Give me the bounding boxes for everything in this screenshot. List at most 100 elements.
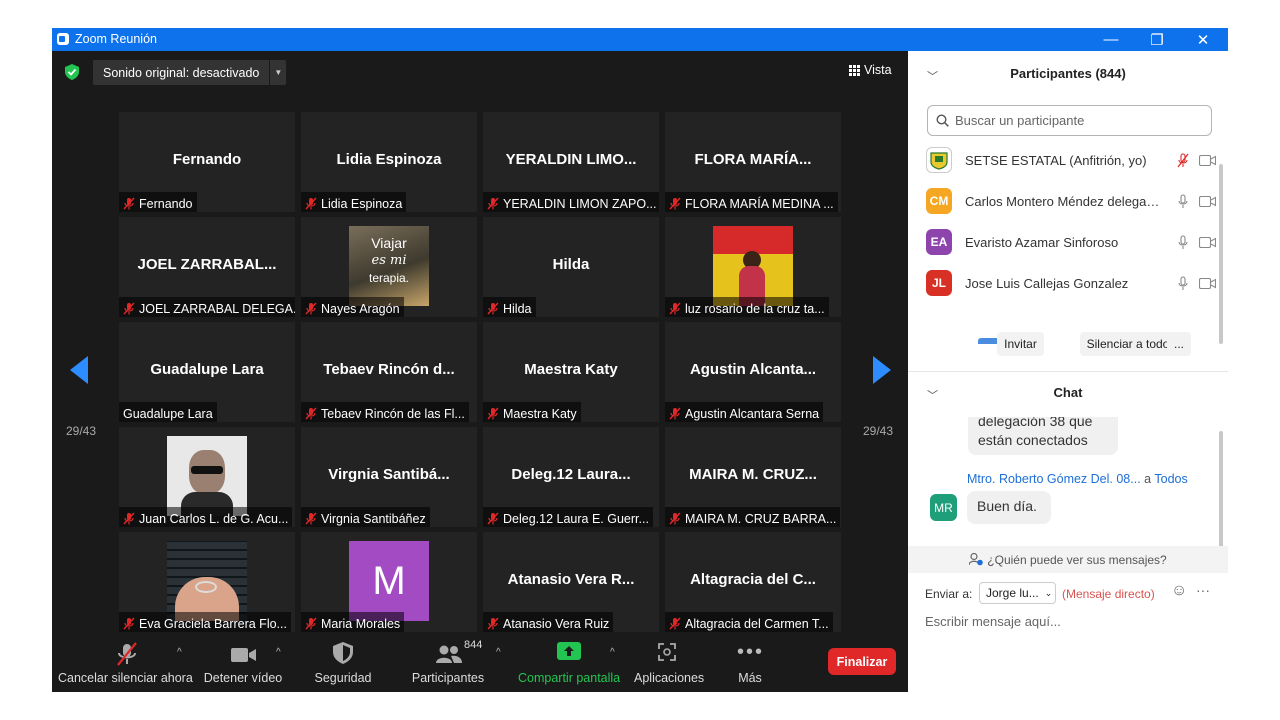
participant-row[interactable]: SETSE ESTATAL (Anfitrión, yo) <box>926 145 1216 175</box>
microphone-icon[interactable] <box>1177 234 1189 250</box>
participant-name-caption: Lidia Espinoza <box>301 192 407 212</box>
original-sound-button[interactable]: Sonido original: desactivado ▼ <box>93 60 287 85</box>
participant-tile[interactable]: Maestra Katy Maestra Katy <box>483 322 659 422</box>
participant-name-caption: Agustin Alcantara Serna <box>665 402 824 422</box>
audio-options-caret-icon[interactable]: ^ <box>177 647 182 658</box>
video-gallery: Sonido original: desactivado ▼ Vista 29/… <box>52 51 908 692</box>
participant-display-name: JOEL ZARRABAL... <box>137 256 277 273</box>
participants-scrollbar[interactable] <box>1219 164 1223 344</box>
profile-picture-text-3: terapia. <box>368 271 410 285</box>
microphone-muted-icon <box>487 197 499 210</box>
participant-controls <box>1177 275 1216 291</box>
participant-name-caption: Tebaev Rincón de las Fl... <box>301 402 469 422</box>
next-page-arrow-icon[interactable] <box>873 356 891 384</box>
chat-sender-name[interactable]: Mtro. Roberto Gómez Del. 08... <box>967 472 1141 486</box>
participant-display-name: FLORA MARÍA... <box>694 151 812 168</box>
security-button[interactable]: Seguridad <box>310 635 376 692</box>
participant-caption-text: Maestra Katy <box>503 406 577 421</box>
participant-tile[interactable]: Agustin Alcanta... Agustin Alcantara Sern… <box>665 322 841 422</box>
participant-tile[interactable]: Altagracia del C... Altagracia del Carmen… <box>665 532 841 632</box>
video-camera-icon[interactable] <box>1199 277 1216 289</box>
participant-tile[interactable]: Viajar es mi terapia. Nayes Aragón <box>301 217 477 317</box>
chat-more-options-icon[interactable]: ··· <box>1196 582 1210 598</box>
participant-row[interactable]: CM Carlos Montero Méndez delegación 26 <box>926 186 1216 216</box>
participant-caption-text: JOEL ZARRABAL DELEGA... <box>139 301 295 316</box>
participant-caption-text: YERALDIN LIMON ZAPO... <box>503 196 657 211</box>
who-can-see-messages[interactable]: ¿Quién puede ver sus mensajes? <box>908 546 1228 573</box>
share-options-caret-icon[interactable]: ^ <box>610 647 615 658</box>
emoji-icon[interactable]: ☺ <box>1171 582 1187 600</box>
participant-name-caption: Maria Morales <box>301 612 405 632</box>
video-camera-icon[interactable] <box>1199 236 1216 248</box>
close-button[interactable]: ✕ <box>1180 28 1226 51</box>
participant-caption-text: Atanasio Vera Ruiz <box>503 616 610 631</box>
side-panel: ﹀ Participantes (844) Buscar un particip… <box>908 51 1228 692</box>
participant-tile[interactable]: Virgnia Santibá... Virgnia Santibáñez <box>301 427 477 527</box>
more-button[interactable]: ••• Más <box>728 635 772 692</box>
participant-caption-text: Juan Carlos L. de G. Acu... <box>139 511 289 526</box>
participant-tile[interactable]: Guadalupe Lara Guadalupe Lara <box>119 322 295 422</box>
participant-search-input[interactable]: Buscar un participante <box>927 105 1212 136</box>
chat-recipient-all[interactable]: Todos <box>1154 472 1187 486</box>
view-button[interactable]: Vista <box>849 63 892 77</box>
participant-name-caption: YERALDIN LIMON ZAPO... <box>483 192 659 212</box>
participant-row[interactable]: EA Evaristo Azamar Sinforoso <box>926 227 1216 257</box>
recipient-select[interactable]: Jorge lu... ⌄ <box>979 582 1056 604</box>
apps-button[interactable]: Aplicaciones <box>634 635 704 692</box>
microphone-muted-icon[interactable] <box>1177 152 1189 168</box>
page-indicator-left: 29/43 <box>66 424 97 438</box>
participant-caption-text: Virgnia Santibáñez <box>321 511 426 526</box>
participant-tile[interactable]: Tebaev Rincón d... Tebaev Rincón de las F… <box>301 322 477 422</box>
participant-tile[interactable]: Atanasio Vera R... Atanasio Vera Ruiz <box>483 532 659 632</box>
encryption-shield-icon[interactable] <box>65 64 79 80</box>
recipient-value: Jorge lu... <box>986 586 1039 600</box>
participant-display-name: MAIRA M. CRUZ... <box>689 466 817 483</box>
unmute-button[interactable]: Cancelar silenciar ahora <box>58 635 193 692</box>
participant-tile[interactable]: M Maria Morales <box>301 532 477 632</box>
microphone-icon[interactable] <box>1177 275 1189 291</box>
end-meeting-button[interactable]: Finalizar <box>828 648 896 675</box>
chat-message-input[interactable]: Escribir mensaje aquí... <box>925 614 1061 629</box>
participant-tile[interactable]: FLORA MARÍA... FLORA MARÍA MEDINA ... <box>665 112 841 212</box>
participant-name-caption: luz rosario de la cruz ta... <box>665 297 829 317</box>
participants-button[interactable]: 844 Participantes <box>408 635 488 692</box>
participant-caption-text: FLORA MARÍA MEDINA ... <box>685 196 834 211</box>
participant-display-name: YERALDIN LIMO... <box>505 151 637 168</box>
microphone-icon[interactable] <box>1177 193 1189 209</box>
participants-caret-icon[interactable]: ^ <box>496 647 501 658</box>
video-options-caret-icon[interactable]: ^ <box>276 647 281 658</box>
zoom-window: Zoom Reunión — ❐ ✕ Sonido original: desa… <box>52 28 1228 692</box>
host-logo-icon <box>926 147 952 173</box>
invite-button[interactable]: Invitar <box>997 332 1044 356</box>
chevron-down-icon[interactable]: ▼ <box>269 60 286 85</box>
participant-name-caption: Fernando <box>119 192 197 212</box>
previous-page-arrow-icon[interactable] <box>70 356 88 384</box>
participant-tile[interactable]: luz rosario de la cruz ta... <box>665 217 841 317</box>
participant-tile[interactable]: Juan Carlos L. de G. Acu... <box>119 427 295 527</box>
microphone-muted-icon <box>123 617 135 630</box>
participant-avatar: JL <box>926 270 952 296</box>
share-screen-button[interactable]: Compartir pantalla <box>518 635 620 692</box>
participant-tile[interactable]: YERALDIN LIMO... YERALDIN LIMON ZAPO... <box>483 112 659 212</box>
who-can-see-text: ¿Quién puede ver sus mensajes? <box>987 552 1167 567</box>
participants-more-button[interactable]: ... <box>1167 332 1191 356</box>
page-indicator-right: 29/43 <box>863 424 894 438</box>
profile-picture <box>713 226 793 306</box>
restore-button[interactable]: ❐ <box>1134 28 1180 51</box>
video-camera-icon[interactable] <box>1199 195 1216 207</box>
participant-tile[interactable]: Hilda Hilda <box>483 217 659 317</box>
participant-caption-text: Tebaev Rincón de las Fl... <box>321 406 465 421</box>
minimize-button[interactable]: — <box>1088 28 1134 51</box>
participant-tile[interactable]: Lidia Espinoza Lidia Espinoza <box>301 112 477 212</box>
send-to-label: Enviar a: <box>925 587 973 601</box>
video-camera-icon[interactable] <box>1199 154 1216 166</box>
participant-tile[interactable]: Deleg.12 Laura... Deleg.12 Laura E. Guerr… <box>483 427 659 527</box>
participant-row[interactable]: JL Jose Luis Callejas Gonzalez <box>926 268 1216 298</box>
video-camera-icon <box>231 648 256 662</box>
participant-tile[interactable]: Fernando Fernando <box>119 112 295 212</box>
stop-video-button[interactable]: Detener vídeo <box>200 635 286 692</box>
participant-name: SETSE ESTATAL (Anfitrión, yo) <box>965 152 1147 168</box>
participant-tile[interactable]: Eva Graciela Barrera Flo... <box>119 532 295 632</box>
participant-tile[interactable]: JOEL ZARRABAL... JOEL ZARRABAL DELEGA... <box>119 217 295 317</box>
participant-tile[interactable]: MAIRA M. CRUZ... MAIRA M. CRUZ BARRA... <box>665 427 841 527</box>
